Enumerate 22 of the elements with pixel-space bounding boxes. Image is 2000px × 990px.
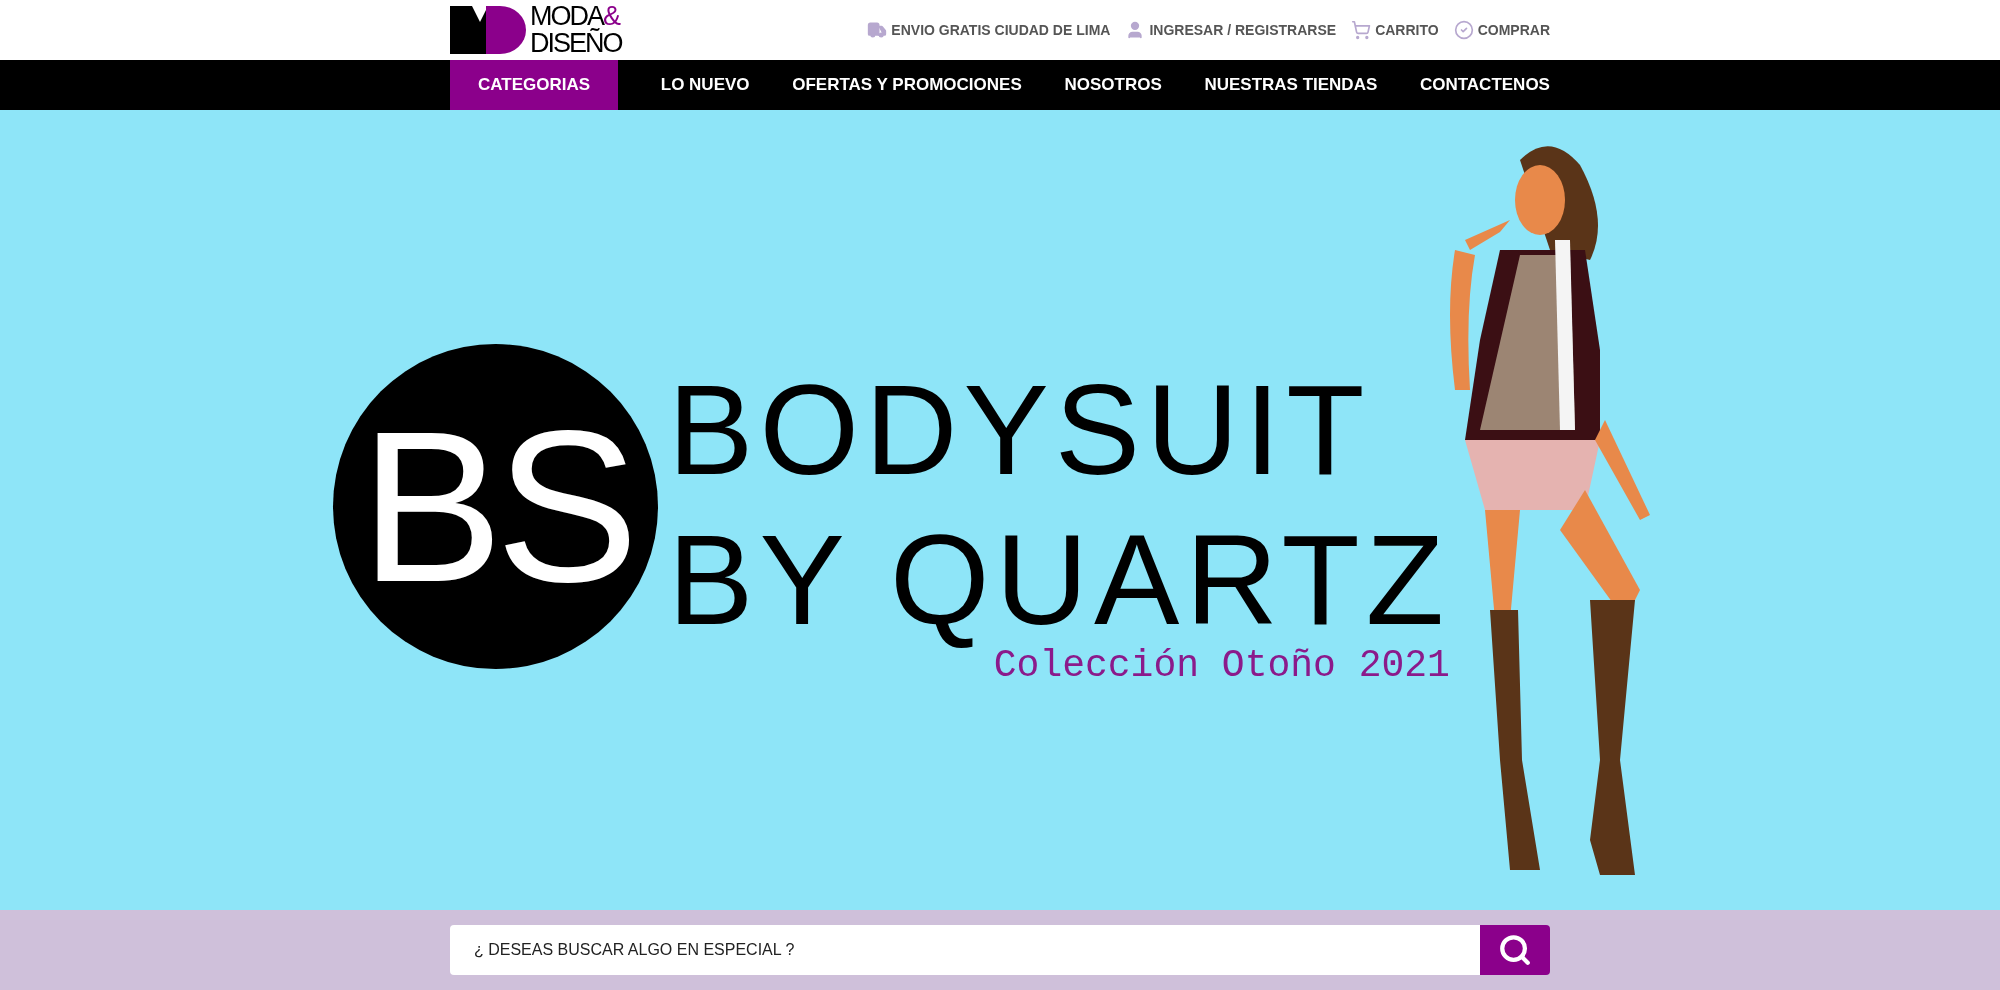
logo-mark-icon xyxy=(450,6,526,54)
logo-text: DISEÑO xyxy=(530,30,622,57)
badge-text: BS xyxy=(360,399,631,614)
nav-item[interactable]: NUESTRAS TIENDAS xyxy=(1204,60,1378,110)
nav-item[interactable]: CONTACTENOS xyxy=(1419,60,1550,110)
nav-item[interactable]: LO NUEVO xyxy=(660,60,750,110)
cart-icon xyxy=(1351,20,1372,40)
logo-ampersand: & xyxy=(603,3,621,30)
top-link[interactable]: ENVIO GRATIS CIUDAD DE LIMA xyxy=(867,19,1111,41)
nav-item[interactable]: OFERTAS Y PROMOCIONES xyxy=(792,60,1022,110)
banner-title: BODYSUIT xyxy=(668,357,1372,503)
nav-item[interactable]: NOSOTROS xyxy=(1064,60,1162,110)
check-circle-icon xyxy=(1453,20,1474,40)
banner-subtitle: Colección Otoño 2021 xyxy=(993,647,1450,685)
top-link[interactable]: CARRITO xyxy=(1351,19,1439,41)
nav-item[interactable]: CATEGORIAS xyxy=(450,60,619,110)
search-field[interactable]: ¿ DESEAS BUSCAR ALGO EN ESPECIAL ? xyxy=(450,925,1480,975)
top-link[interactable]: COMPRAR xyxy=(1453,19,1550,41)
top-link[interactable]: INGRESAR / REGISTRARSE xyxy=(1125,19,1337,41)
search-icon xyxy=(1498,933,1532,967)
search-button[interactable] xyxy=(1480,925,1550,975)
truck-icon xyxy=(867,20,888,40)
